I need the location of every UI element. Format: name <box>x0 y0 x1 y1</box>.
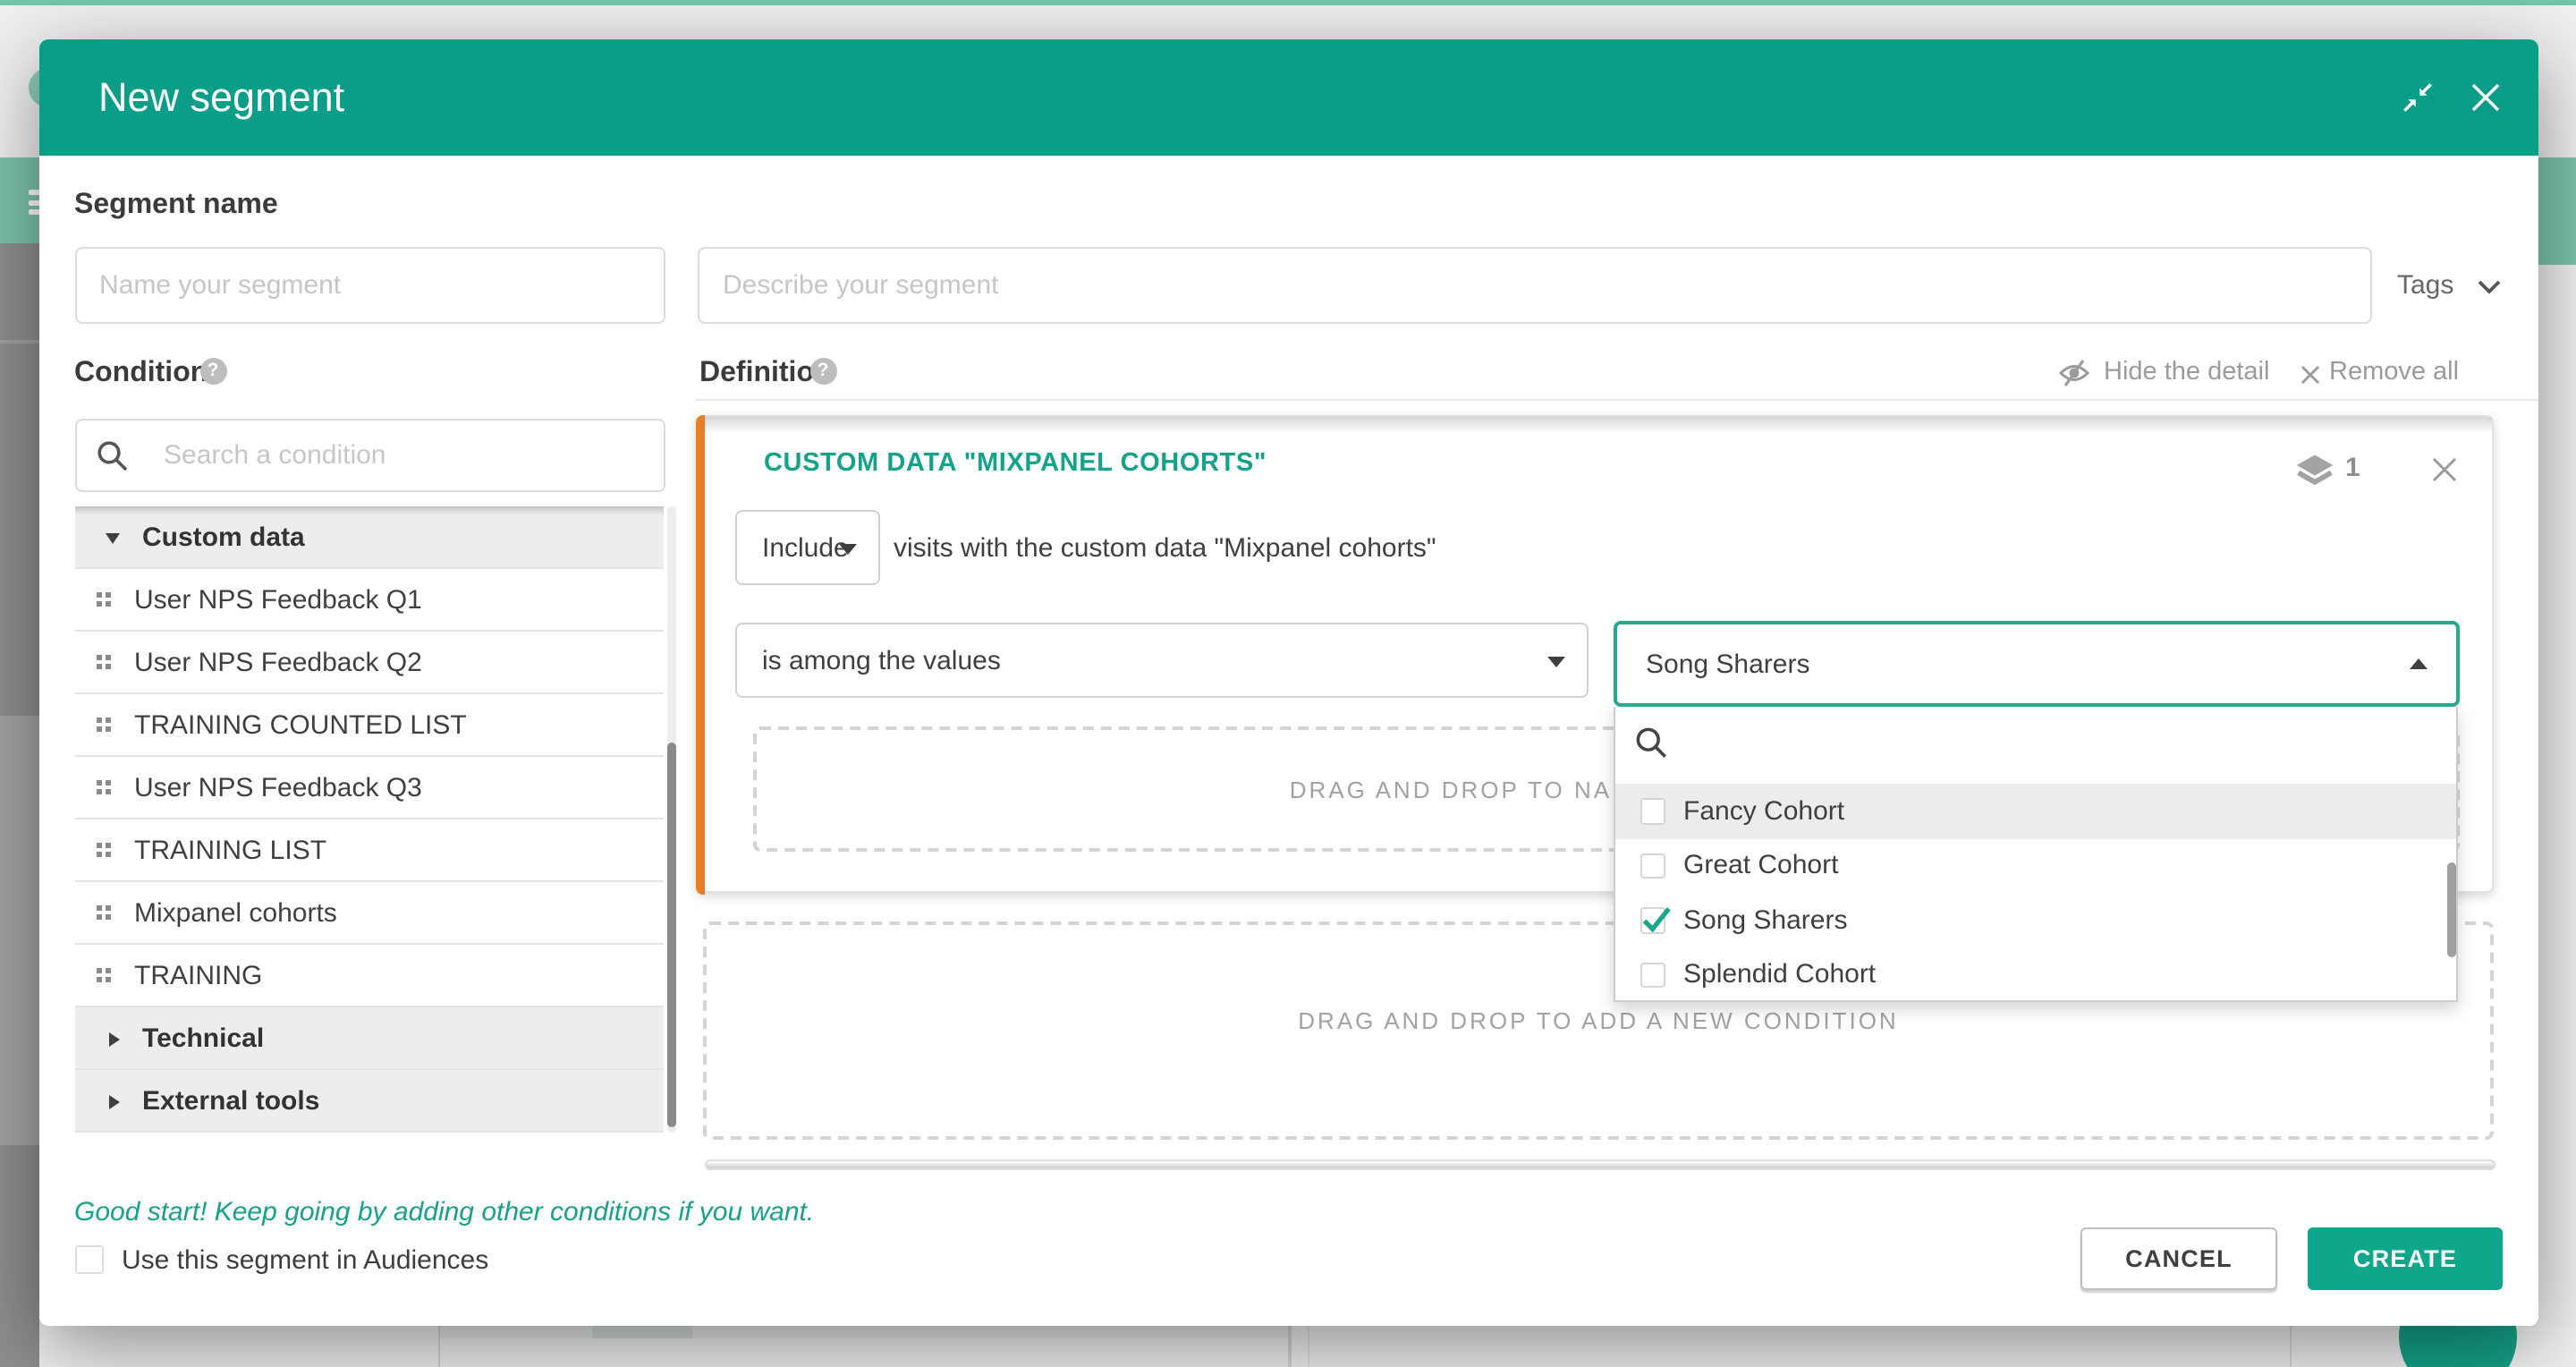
app-top-strip <box>0 0 2576 5</box>
group-label: External tools <box>142 1070 319 1133</box>
condition-item[interactable]: User NPS Feedback Q1 <box>74 569 663 632</box>
checkbox-icon[interactable] <box>1640 962 1665 988</box>
hint-text: Good start! Keep going by adding other c… <box>74 1196 814 1227</box>
close-icon[interactable] <box>2470 81 2500 112</box>
condition-item[interactable]: TRAINING COUNTED LIST <box>74 694 663 757</box>
condition-item[interactable]: User NPS Feedback Q2 <box>74 632 663 694</box>
value-dropdown-panel: Fancy CohortGreat CohortSong SharersSple… <box>1614 707 2458 1002</box>
condition-card-title: CUSTOM DATA "MIXPANEL COHORTS" <box>764 449 1267 478</box>
drag-handle-icon[interactable] <box>96 905 115 923</box>
segment-name-input[interactable] <box>74 247 665 324</box>
remove-all-button[interactable]: Remove all <box>2329 358 2459 386</box>
drag-handle-icon[interactable] <box>96 843 115 861</box>
dropdown-scrollbar-thumb[interactable] <box>2447 862 2455 957</box>
remove-condition-icon[interactable] <box>2431 455 2458 491</box>
group-label: Custom data <box>142 506 305 569</box>
list-scroll-shadow <box>74 506 663 515</box>
hide-detail-button[interactable]: Hide the detail <box>2104 358 2269 386</box>
condition-list: Custom dataUser NPS Feedback Q1User NPS … <box>74 506 663 1133</box>
include-select[interactable]: Include <box>735 510 880 585</box>
layers-icon <box>2295 454 2334 494</box>
condition-search-box <box>74 419 665 491</box>
condition-item-label: TRAINING COUNTED LIST <box>134 694 467 757</box>
tags-dropdown-label[interactable]: Tags <box>2397 269 2453 300</box>
chevron-down-icon[interactable] <box>2478 275 2501 307</box>
cohort-option-fancy-cohort[interactable]: Fancy Cohort <box>1615 784 2456 838</box>
group-label: Technical <box>142 1007 264 1070</box>
conditions-scrollbar-thumb[interactable] <box>667 743 675 1127</box>
condition-item[interactable]: TRAINING <box>74 945 663 1007</box>
search-icon <box>1635 726 1671 762</box>
collapse-icon[interactable] <box>2402 81 2432 112</box>
cohort-option-splendid-cohort[interactable]: Splendid Cohort <box>1615 947 2456 1002</box>
cancel-button[interactable]: CANCEL <box>2080 1227 2277 1289</box>
condition-item-label: TRAINING LIST <box>134 819 326 882</box>
condition-item[interactable]: TRAINING LIST <box>74 819 663 882</box>
caret-down-icon <box>1547 656 1565 667</box>
sidebar-divider <box>0 340 39 344</box>
definition-horizontal-scrollbar[interactable] <box>705 1159 2496 1170</box>
condition-item-label: Mixpanel cohorts <box>134 882 337 945</box>
condition-item[interactable]: User NPS Feedback Q3 <box>74 757 663 819</box>
eye-slash-icon[interactable] <box>2057 355 2091 398</box>
drag-handle-icon[interactable] <box>96 592 115 610</box>
option-label: Fancy Cohort <box>1683 784 1844 838</box>
search-icon <box>96 440 130 474</box>
segment-description-input[interactable] <box>698 247 2372 324</box>
option-label: Great Cohort <box>1683 838 1838 893</box>
drag-handle-icon[interactable] <box>96 717 115 735</box>
app-sidebar <box>0 243 39 1367</box>
audiences-checkbox[interactable] <box>74 1244 103 1273</box>
drag-handle-icon[interactable] <box>96 655 115 673</box>
segment-name-label: Segment name <box>74 190 278 222</box>
value-search-input[interactable] <box>1683 721 2399 771</box>
caret-down-icon <box>839 543 857 554</box>
value-select[interactable]: Song Sharers <box>1614 621 2460 707</box>
checkbox-icon[interactable] <box>1640 853 1665 879</box>
drag-handle-icon[interactable] <box>96 780 115 798</box>
condition-item-label: User NPS Feedback Q2 <box>134 632 422 694</box>
remove-all-icon[interactable] <box>2301 361 2320 393</box>
option-label: Song Sharers <box>1683 893 1847 947</box>
condition-item-label: User NPS Feedback Q1 <box>134 569 422 632</box>
condition-search-input[interactable] <box>140 420 659 488</box>
dialog-header: New segment <box>39 38 2538 155</box>
drag-handle-icon[interactable] <box>96 968 115 986</box>
condition-item-label: TRAINING <box>134 945 262 1007</box>
condition-item[interactable]: Mixpanel cohorts <box>74 882 663 945</box>
create-button[interactable]: CREATE <box>2308 1227 2503 1289</box>
checkbox-icon[interactable] <box>1640 798 1665 824</box>
screen: New segment Segment name Tags <box>0 0 2576 1367</box>
triangle-right-icon <box>108 1094 119 1108</box>
condition-sentence: visits with the custom data "Mixpanel co… <box>894 510 1436 585</box>
sidebar-selected-item <box>0 716 39 1145</box>
operator-select[interactable]: is among the values <box>735 623 1589 698</box>
triangle-right-icon <box>108 1032 119 1046</box>
definition-help-icon[interactable] <box>809 358 836 385</box>
triangle-down-icon <box>105 533 119 544</box>
condition-group-technical[interactable]: Technical <box>74 1007 663 1070</box>
cohort-option-great-cohort[interactable]: Great Cohort <box>1615 838 2456 893</box>
condition-group-custom-data[interactable]: Custom data <box>74 506 663 569</box>
conditions-help-icon[interactable] <box>199 358 226 385</box>
caret-up-icon <box>2410 658 2428 668</box>
dialog-title: New segment <box>98 38 344 155</box>
definition-divider <box>696 398 2538 400</box>
condition-group-external-tools[interactable]: External tools <box>74 1070 663 1133</box>
new-segment-dialog: New segment Segment name Tags <box>39 38 2538 1326</box>
condition-color-bar <box>696 415 704 895</box>
audiences-checkbox-label[interactable]: Use this segment in Audiences <box>122 1244 488 1275</box>
cohort-option-song-sharers[interactable]: Song Sharers <box>1615 893 2456 947</box>
layer-count: 1 <box>2345 453 2360 483</box>
option-label: Splendid Cohort <box>1683 947 1876 1002</box>
app-navbar-right <box>2537 157 2576 265</box>
checkbox-checked-icon[interactable] <box>1640 907 1665 933</box>
app-content-behind <box>39 1326 2576 1367</box>
condition-item-label: User NPS Feedback Q3 <box>134 757 422 819</box>
